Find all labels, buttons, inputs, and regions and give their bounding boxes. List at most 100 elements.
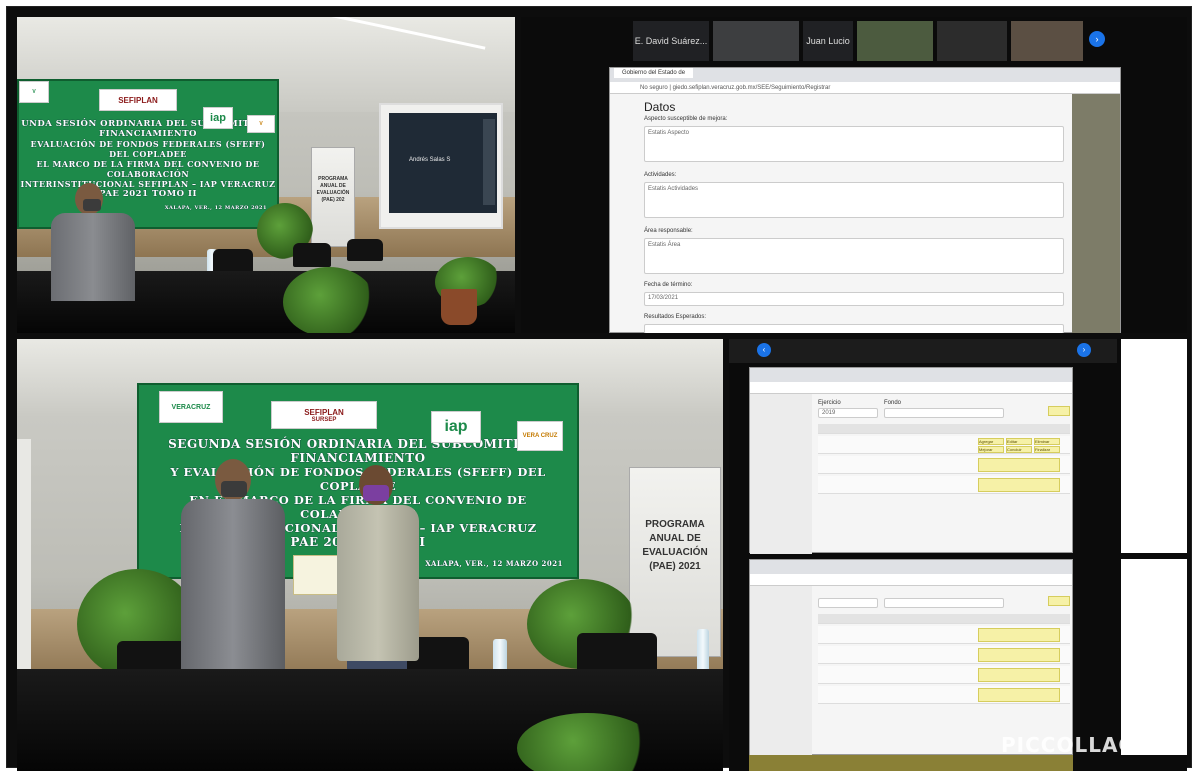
pae-standing-sign: PROGRAMA ANUAL DE EVALUACIÓN (PAE) 202 <box>311 147 355 247</box>
browser-window <box>749 559 1073 756</box>
logo-text: iap <box>444 418 468 435</box>
field-value: Estatis Actividades <box>648 186 699 192</box>
plant-pot <box>441 289 477 325</box>
fecha-termino-input[interactable]: 17/03/2021 <box>644 292 1064 306</box>
sign-line: PROGRAMA <box>318 176 348 182</box>
sidebar <box>750 394 812 554</box>
chat-panel <box>1121 339 1187 553</box>
agregar-button[interactable]: Agregar <box>978 438 1004 445</box>
row-action-button[interactable] <box>978 648 1060 662</box>
sign-line: (PAE) 202 <box>321 197 345 203</box>
area-textarea[interactable]: Estatis Área <box>644 238 1064 274</box>
photo-top-left: UNDA SESIÓN ORDINARIA DEL SUBCOMITÉ DE F… <box>17 17 515 333</box>
button-label: Editar <box>1007 439 1018 444</box>
field-label: Resultados Esperados: <box>644 314 707 320</box>
logo-veracruz: VERACRUZ <box>159 391 223 423</box>
chair <box>293 243 331 267</box>
logo-text: SEFIPLAN <box>304 407 344 417</box>
address-bar-text: No seguro | giedo.sefiplan.veracruz.gob.… <box>640 85 831 91</box>
table-header <box>818 614 1070 624</box>
face-mask <box>221 481 247 497</box>
concluir-button[interactable]: Concluir <box>1006 446 1032 453</box>
actividades-textarea[interactable]: Estatis Actividades <box>644 182 1064 218</box>
logo-text: VERACRUZ <box>171 403 211 411</box>
ejercicio-label: Ejercicio <box>818 400 841 406</box>
participant-name: Juan Lucio <box>806 36 850 46</box>
button-label: Finalizar <box>1035 447 1051 452</box>
address-bar[interactable] <box>750 574 1072 586</box>
sign-line: PROGRAMA <box>645 519 705 530</box>
finalizar-button[interactable]: Finalizar <box>1034 446 1060 453</box>
watermark-text: PICCOLLAGE <box>1001 733 1151 757</box>
projected-participant-name: Andrés Salas S <box>409 157 451 163</box>
row-action-button[interactable] <box>978 478 1060 492</box>
row-action-button[interactable] <box>978 668 1060 682</box>
projected-sidebar <box>483 119 495 205</box>
row-action-button[interactable] <box>978 458 1060 472</box>
table-row[interactable] <box>818 436 1070 454</box>
address-bar[interactable] <box>750 382 1072 394</box>
resultados-textarea[interactable] <box>644 324 1064 333</box>
logo-text: SURSEP <box>311 416 337 423</box>
sign-line: ANUAL DE <box>649 533 701 544</box>
projected-video: Andrés Salas S <box>389 113 497 213</box>
field-label: Aspecto susceptible de mejora: <box>644 116 728 122</box>
browser-tab[interactable]: Gobierno del Estado de <box>614 68 694 78</box>
row-action-button[interactable] <box>978 688 1060 702</box>
sign-line: EVALUACIÓN <box>642 547 708 558</box>
screenshot-bottom-right: › ‹ Ejercicio 2019 Fondo Agregar Editar … <box>729 339 1187 771</box>
logo-iap: iap <box>203 107 233 129</box>
browser-tab-bar <box>750 560 1072 574</box>
participant-tile: Juan Lucio <box>803 21 853 61</box>
participant-video <box>857 21 933 61</box>
button-label: Eliminar <box>1035 439 1050 444</box>
field-value: 17/03/2021 <box>648 295 679 301</box>
editar-button[interactable]: Editar <box>1006 438 1032 445</box>
prev-participants-icon[interactable]: ‹ <box>757 343 771 357</box>
sign-line: EVALUACIÓN <box>316 190 350 196</box>
table-header <box>818 424 1070 434</box>
participant-tile: E. David Suárez... <box>633 21 709 61</box>
ejercicio-select[interactable]: 2019 <box>818 408 878 418</box>
gray-suit <box>51 213 135 301</box>
toolbar-button[interactable] <box>1048 406 1070 416</box>
toolbar-button[interactable] <box>1048 596 1070 606</box>
chat-panel <box>1121 559 1187 755</box>
face-mask <box>83 199 101 211</box>
address-bar[interactable]: No seguro | giedo.sefiplan.veracruz.gob.… <box>610 82 1120 94</box>
banner-line: EL MARCO DE LA FIRMA DEL CONVENIO DE COL… <box>36 159 260 179</box>
logo-text: iap <box>210 112 226 124</box>
next-participants-icon[interactable]: › <box>1077 343 1091 357</box>
field-value: 2019 <box>822 410 836 416</box>
button-label: Agregar <box>979 439 994 444</box>
participant-name: E. David Suárez... <box>634 36 708 46</box>
button-label: Mejorar <box>979 447 993 452</box>
mejorar-button[interactable]: Mejorar <box>978 446 1004 453</box>
purple-face-mask <box>363 485 389 501</box>
button-label: Concluir <box>1007 447 1022 452</box>
fondo-select[interactable] <box>884 598 1004 608</box>
ejercicio-select[interactable] <box>818 598 878 608</box>
sidebar <box>750 586 812 756</box>
field-label: Actividades: <box>644 172 677 178</box>
light-suit <box>337 505 419 661</box>
field-label: Área responsable: <box>644 228 693 234</box>
bottom-status-strip <box>749 755 1073 771</box>
logo-veracruz-state: VERA CRUZ <box>517 421 563 451</box>
browser-tab-bar <box>750 368 1072 382</box>
participant-video <box>713 21 799 61</box>
browser-tab-bar: Gobierno del Estado de <box>610 68 1120 82</box>
logo-sefiplan: SEFIPLAN SURSEP <box>271 401 377 429</box>
gray-suit <box>181 499 285 679</box>
fondo-label: Fondo <box>884 400 902 406</box>
aspecto-textarea[interactable]: Estatis Aspecto <box>644 126 1064 162</box>
logo-iap: iap <box>431 411 481 443</box>
eliminar-button[interactable]: Eliminar <box>1034 438 1060 445</box>
fondo-select[interactable] <box>884 408 1004 418</box>
meeting-toolbar <box>729 339 1117 363</box>
row-action-button[interactable] <box>978 628 1060 642</box>
sign-line: ANUAL DE <box>320 183 346 189</box>
page-title: Datos <box>644 100 676 114</box>
field-value: Estatis Área <box>648 242 681 248</box>
next-participants-icon[interactable]: › <box>1089 31 1105 47</box>
